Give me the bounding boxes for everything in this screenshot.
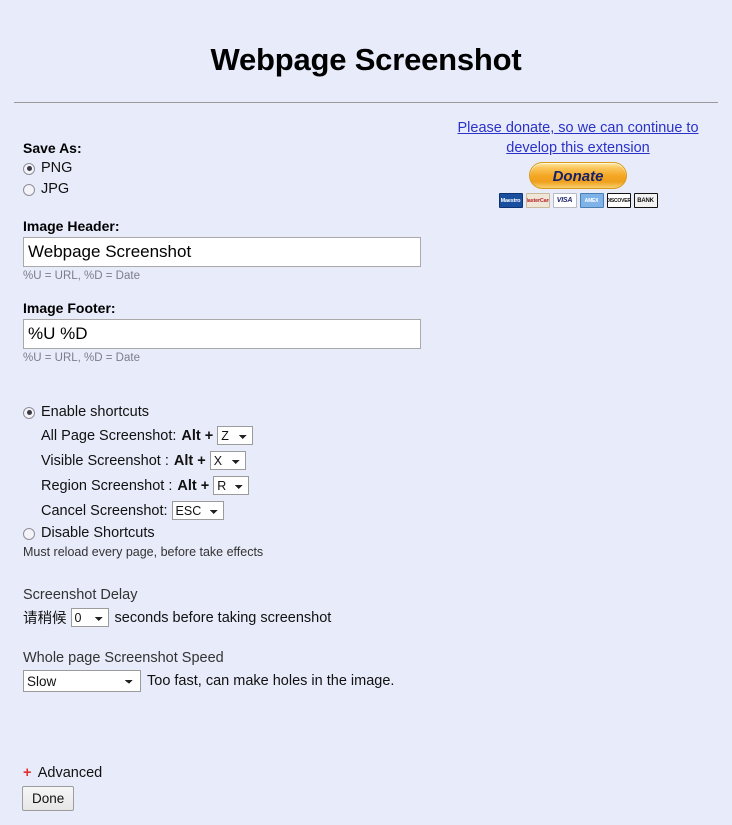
shortcut-region-select[interactable]: R <box>213 476 250 495</box>
mastercard-card-icon: MasterCard <box>525 193 550 208</box>
radio-jpg-icon[interactable] <box>23 183 35 196</box>
screenshot-delay-prefix: 请稍候 <box>23 611 67 627</box>
donate-panel: Please donate, so we can continue to dev… <box>437 118 719 208</box>
shortcut-visible-modifier: Alt + <box>173 452 206 469</box>
screenshot-delay-suffix: seconds before taking screenshot <box>114 609 332 626</box>
image-footer-input[interactable] <box>23 319 421 349</box>
save-as-group: Save As: PNG JPG <box>23 140 443 200</box>
screenshot-speed-group: Whole page Screenshot Speed Slow Too fas… <box>23 650 443 692</box>
donate-button[interactable]: Donate <box>529 162 627 189</box>
radio-enable-shortcuts-icon[interactable] <box>23 406 35 419</box>
image-footer-group: Image Footer: %U = URL, %D = Date <box>23 300 443 364</box>
screenshot-delay-select[interactable]: 0 <box>70 608 109 627</box>
donate-link-line2[interactable]: develop this extension <box>437 138 719 158</box>
shortcuts-group: Enable shortcuts All Page Screenshot: Al… <box>23 402 443 559</box>
save-as-option-jpg[interactable]: JPG <box>23 179 443 200</box>
header-divider <box>14 102 718 103</box>
enable-shortcuts-label: Enable shortcuts <box>41 404 150 420</box>
image-header-input[interactable] <box>23 237 421 267</box>
screenshot-speed-title: Whole page Screenshot Speed <box>23 650 224 666</box>
shortcut-all-page-modifier: Alt + <box>181 427 214 444</box>
screenshot-speed-note: Too fast, can make holes in the image. <box>147 673 395 689</box>
shortcut-row-visible: Visible Screenshot : Alt + X <box>23 448 443 473</box>
shortcut-row-region: Region Screenshot : Alt + R <box>23 473 443 498</box>
screenshot-speed-row: Slow Too fast, can make holes in the ima… <box>23 670 443 692</box>
shortcut-visible-select[interactable]: X <box>209 451 246 470</box>
radio-png-icon[interactable] <box>23 162 35 175</box>
shortcut-all-page-label: All Page Screenshot: <box>41 427 177 444</box>
discover-card-icon: DISCOVER <box>606 193 631 208</box>
visa-card-icon: VISA <box>552 193 577 208</box>
plus-icon: + <box>23 765 32 781</box>
enable-shortcuts-option[interactable]: Enable shortcuts <box>23 402 443 423</box>
shortcut-row-all-page: All Page Screenshot: Alt + Z <box>23 423 443 448</box>
save-as-label: Save As: <box>23 140 82 156</box>
screenshot-speed-select[interactable]: Slow <box>23 670 141 692</box>
shortcut-cancel-label: Cancel Screenshot: <box>41 502 168 519</box>
screenshot-delay-title: Screenshot Delay <box>23 587 138 603</box>
shortcut-row-cancel: Cancel Screenshot: ESC <box>23 498 443 523</box>
advanced-label: Advanced <box>37 765 103 781</box>
shortcut-region-label: Region Screenshot : <box>41 477 173 494</box>
bank-card-icon: BANK <box>633 193 658 208</box>
screenshot-delay-group: Screenshot Delay 请稍候 0 seconds before ta… <box>23 587 443 628</box>
shortcut-all-page-select[interactable]: Z <box>217 426 254 445</box>
image-header-hint: %U = URL, %D = Date <box>23 270 140 282</box>
shortcuts-reload-note: Must reload every page, before take effe… <box>23 545 264 559</box>
image-footer-hint: %U = URL, %D = Date <box>23 352 140 364</box>
advanced-toggle[interactable]: + Advanced <box>23 765 102 781</box>
done-button[interactable]: Done <box>22 786 75 811</box>
screenshot-delay-row: 请稍候 0 seconds before taking screenshot <box>23 607 443 628</box>
settings-form: Save As: PNG JPG Image Header: %U = URL,… <box>23 140 443 692</box>
disable-shortcuts-label: Disable Shortcuts <box>41 525 155 541</box>
amex-card-icon: AMEX <box>579 193 604 208</box>
disable-shortcuts-option[interactable]: Disable Shortcuts <box>23 523 443 544</box>
shortcut-cancel-select[interactable]: ESC <box>171 501 224 520</box>
payment-cards: Maestro MasterCard VISA AMEX DISCOVER BA… <box>437 193 719 208</box>
shortcut-visible-label: Visible Screenshot : <box>41 452 169 469</box>
shortcut-region-modifier: Alt + <box>177 477 210 494</box>
radio-disable-shortcuts-icon[interactable] <box>23 527 35 540</box>
save-as-option-png[interactable]: PNG <box>23 158 443 179</box>
maestro-card-icon: Maestro <box>498 193 523 208</box>
image-header-group: Image Header: %U = URL, %D = Date <box>23 218 443 282</box>
donate-link-line1[interactable]: Please donate, so we can continue to <box>437 118 719 138</box>
save-as-png-label: PNG <box>41 160 73 176</box>
page-title: Webpage Screenshot <box>210 42 522 77</box>
image-footer-label: Image Footer: <box>23 300 116 316</box>
save-as-jpg-label: JPG <box>41 181 70 197</box>
image-header-label: Image Header: <box>23 218 120 234</box>
